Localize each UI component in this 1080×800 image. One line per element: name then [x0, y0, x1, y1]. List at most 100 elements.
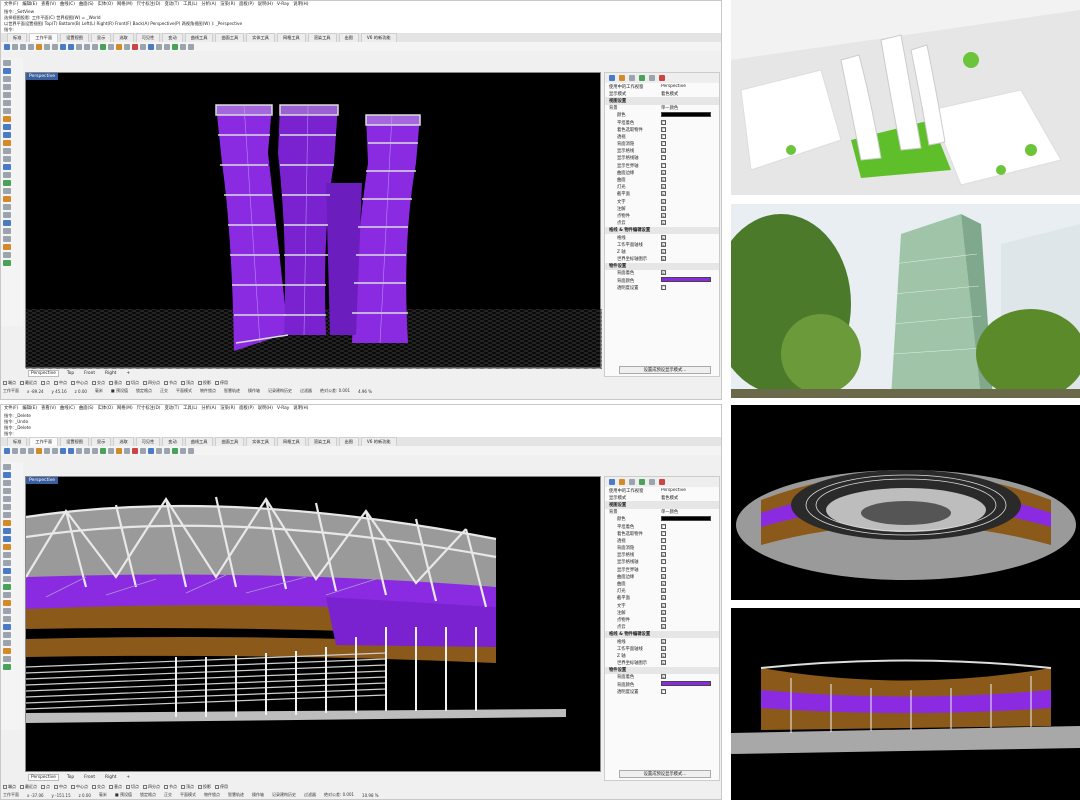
join-icon[interactable] — [3, 188, 11, 194]
osnap-tangent[interactable]: 切点 — [126, 380, 139, 386]
osnap-near[interactable]: 最近点 — [20, 784, 37, 790]
menu-item[interactable]: 实体(O) — [98, 405, 113, 413]
layers-tab-icon[interactable] — [619, 75, 625, 81]
property-checkbox[interactable]: □ — [661, 162, 666, 168]
tab-drafting[interactable]: 出图 — [338, 437, 359, 446]
filter-icon[interactable] — [188, 43, 194, 50]
property-checkbox[interactable]: ☑ — [661, 212, 666, 218]
zoom-extents-icon[interactable] — [100, 447, 106, 454]
viewport-tab-top[interactable]: Top — [65, 371, 76, 376]
scale-icon[interactable] — [3, 576, 11, 582]
properties-icon[interactable] — [148, 447, 154, 454]
osnap-vertex[interactable]: 顶点 — [181, 380, 194, 386]
property-checkbox[interactable]: ☑ — [661, 674, 666, 680]
property-checkbox[interactable]: ☑ — [661, 177, 666, 183]
menu-item[interactable]: V-Ray — [277, 1, 289, 9]
property-value-dropdown[interactable]: 单一颜色 — [661, 509, 719, 515]
property-checkbox[interactable]: ☑ — [661, 573, 666, 579]
trim-icon[interactable] — [3, 204, 11, 210]
tab-surface-tools[interactable]: 曲面工具 — [215, 33, 245, 42]
osnap-midpoint[interactable]: 中点 — [54, 784, 67, 790]
render-preview-icon[interactable] — [124, 43, 130, 50]
osnap-knot[interactable]: 节点 — [164, 784, 177, 790]
tab-transform[interactable]: 变动 — [162, 33, 183, 42]
paste-icon[interactable] — [52, 43, 58, 50]
menu-item[interactable]: 尺寸标注(D) — [137, 405, 161, 413]
pan-icon[interactable] — [76, 447, 82, 454]
open-icon[interactable] — [12, 43, 18, 50]
tab-display[interactable]: 显示 — [90, 437, 112, 446]
color-swatch[interactable] — [661, 681, 711, 687]
set-default-display-button[interactable]: 设置成预设显示模式... — [619, 366, 711, 374]
menu-item[interactable]: 渲染(R) — [220, 1, 235, 9]
curve-icon[interactable] — [3, 76, 11, 82]
osnap-disable[interactable]: 停用 — [215, 380, 228, 386]
viewport-tab-front[interactable]: Front — [82, 371, 97, 376]
property-checkbox[interactable]: ☑ — [661, 169, 666, 175]
menu-item[interactable]: 文件(F) — [4, 405, 18, 413]
property-checkbox[interactable]: □ — [661, 559, 666, 565]
help-icon[interactable] — [164, 447, 170, 454]
render-preview-icon[interactable] — [124, 447, 130, 454]
help-icon[interactable] — [164, 43, 170, 50]
viewport-tab-front[interactable]: Front — [82, 775, 97, 780]
property-checkbox[interactable]: □ — [661, 566, 666, 572]
dimension-icon[interactable] — [3, 640, 11, 646]
tab-render-tools[interactable]: 渲染工具 — [307, 33, 337, 42]
menu-item[interactable]: 曲线(C) — [60, 1, 75, 9]
viewport-tab-perspective[interactable]: Perspective — [28, 774, 59, 781]
split-icon[interactable] — [3, 212, 11, 218]
sphere-icon[interactable] — [3, 536, 11, 542]
status-history[interactable]: 记录建构历史 — [268, 388, 292, 394]
surface-icon[interactable] — [3, 520, 11, 526]
menu-item[interactable]: 工具(L) — [183, 1, 197, 9]
status-ortho[interactable]: 正交 — [160, 388, 168, 394]
paste-icon[interactable] — [52, 447, 58, 454]
cut-icon[interactable] — [36, 447, 42, 454]
status-smarttrack[interactable]: 智慧轨迹 — [228, 792, 244, 798]
property-checkbox[interactable]: □ — [661, 688, 666, 694]
menu-item[interactable]: 尺寸标注(D) — [137, 1, 161, 9]
property-checkbox[interactable]: ☑ — [661, 270, 666, 276]
osnap-endpoint[interactable]: 端点 — [3, 784, 16, 790]
property-checkbox[interactable]: ☑ — [661, 198, 666, 204]
rotate-icon[interactable] — [3, 164, 11, 170]
zoom-window-icon[interactable] — [108, 43, 114, 50]
status-gumball[interactable]: 操作轴 — [252, 792, 264, 798]
mirror-icon[interactable] — [3, 584, 11, 590]
menu-item[interactable]: 面板(P) — [239, 1, 254, 9]
menu-item[interactable]: 编辑(E) — [22, 405, 37, 413]
extrude-icon[interactable] — [3, 140, 11, 146]
circle-icon[interactable] — [3, 84, 11, 90]
pan-icon[interactable] — [76, 43, 82, 50]
property-checkbox[interactable]: ☑ — [661, 248, 666, 254]
panel-section-header[interactable]: 视图设置 — [605, 501, 719, 509]
viewport-tab-perspective[interactable]: Perspective — [28, 370, 59, 377]
dimension-icon[interactable] — [3, 236, 11, 242]
tab-select[interactable]: 选取 — [113, 33, 134, 42]
menu-item[interactable]: 查看(V) — [41, 1, 56, 9]
arc-icon[interactable] — [3, 496, 11, 502]
osnap-point[interactable]: 点 — [41, 380, 50, 386]
panel-section-header[interactable]: 视图设置 — [605, 97, 719, 105]
save-icon[interactable] — [20, 447, 26, 454]
property-checkbox[interactable]: □ — [661, 284, 666, 290]
tab-mesh-tools[interactable]: 网格工具 — [276, 437, 306, 446]
tab-mesh-tools[interactable]: 网格工具 — [276, 33, 306, 42]
tab-curve-tools[interactable]: 曲线工具 — [184, 437, 214, 446]
zoom-icon[interactable] — [92, 43, 98, 50]
rectangle-icon[interactable] — [3, 504, 11, 510]
new-file-icon[interactable] — [4, 447, 10, 454]
property-checkbox[interactable]: ☑ — [661, 624, 666, 630]
rotate-icon[interactable] — [3, 568, 11, 574]
set-default-display-button[interactable]: 设置成预设显示模式... — [619, 770, 711, 778]
fillet-icon[interactable] — [3, 220, 11, 226]
property-checkbox[interactable]: ☑ — [661, 148, 666, 154]
light-icon[interactable] — [132, 43, 138, 50]
arc-icon[interactable] — [3, 92, 11, 98]
layers-tab-icon[interactable] — [619, 479, 625, 485]
vray-icon[interactable] — [172, 43, 178, 50]
property-checkbox[interactable]: ☑ — [661, 234, 666, 240]
property-value-dropdown[interactable]: 着色模式 — [661, 91, 719, 97]
property-checkbox[interactable]: ☑ — [661, 220, 666, 226]
